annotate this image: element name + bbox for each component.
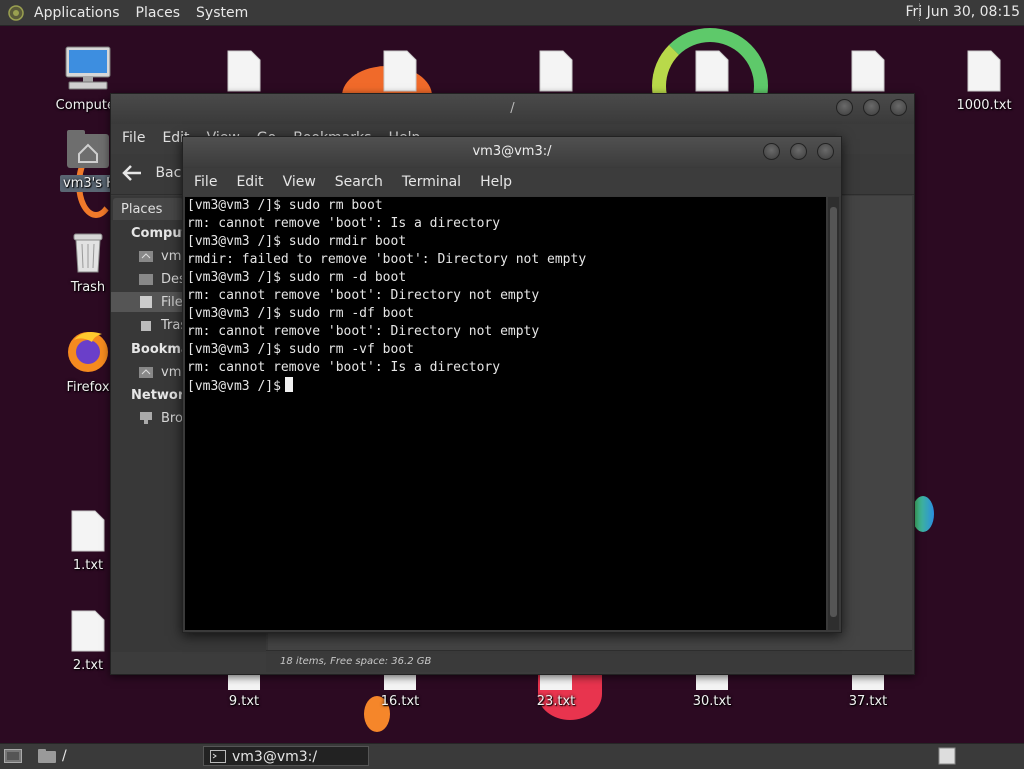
show-desktop-icon[interactable]: [4, 749, 22, 763]
desktop-file-top-b[interactable]: [360, 50, 440, 96]
terminal-prompt: [vm3@vm3 /]$: [187, 379, 281, 394]
file-label: 16.txt: [380, 694, 420, 709]
home-folder-icon: [67, 130, 109, 168]
terminal-line: [vm3@vm3 /]$ sudo rm -d boot: [187, 270, 407, 285]
text-file-icon: [383, 50, 417, 92]
file-label: 30.txt: [692, 694, 732, 709]
file-label: 1000.txt: [956, 98, 1012, 113]
applications-menu[interactable]: Applications: [26, 5, 128, 21]
terminal-line: rm: cannot remove 'boot': Is a directory: [187, 216, 501, 231]
bottom-panel: / vm3@vm3:/: [0, 743, 1024, 769]
minimize-button[interactable]: [763, 143, 780, 160]
folder-icon[interactable]: [38, 749, 56, 763]
menu-file[interactable]: File: [111, 130, 151, 146]
menu-file[interactable]: File: [183, 174, 217, 190]
terminal-line: [vm3@vm3 /]$ sudo rm -df boot: [187, 306, 414, 321]
sidebar-places-selector[interactable]: Places: [113, 198, 183, 220]
text-file-icon: [695, 50, 729, 92]
terminal-menubar: File Edit View Search Terminal Help: [183, 168, 841, 196]
desktop-file-top-e[interactable]: [828, 50, 908, 96]
trash-icon: [141, 321, 151, 331]
file-label: 9.txt: [228, 694, 260, 709]
top-panel: Applications Places System Fri Jun 30, 0…: [0, 0, 1024, 26]
window-title: /: [510, 101, 515, 116]
text-file-icon: [967, 50, 1001, 92]
file-manager-statusbar: 18 items, Free space: 36.2 GB: [266, 650, 912, 672]
maximize-button[interactable]: [790, 143, 807, 160]
terminal-line: [vm3@vm3 /]$ sudo rmdir boot: [187, 234, 407, 249]
file-icon-peek: [852, 674, 884, 690]
back-arrow-icon: [122, 165, 141, 181]
terminal-prompt-line: [vm3@vm3 /]$: [185, 377, 826, 395]
terminal-line: rm: cannot remove 'boot': Directory not …: [187, 324, 540, 339]
terminal-cursor: [284, 377, 293, 392]
taskbar-terminal-button[interactable]: vm3@vm3:/: [203, 746, 369, 766]
terminal-window[interactable]: vm3@vm3:/ File Edit View Search Terminal…: [182, 136, 842, 633]
scrollbar-thumb[interactable]: [830, 207, 837, 617]
minimize-button[interactable]: [836, 99, 853, 116]
desktop-file-top-right[interactable]: 1000.txt: [944, 50, 1024, 113]
menu-help[interactable]: Help: [469, 174, 512, 190]
text-file-icon: [71, 510, 105, 552]
terminal-line: [vm3@vm3 /]$ sudo rm boot: [187, 198, 383, 213]
taskbar-path[interactable]: /: [62, 748, 67, 764]
terminal-line: rmdir: failed to remove 'boot': Director…: [187, 252, 587, 267]
menu-edit[interactable]: Edit: [225, 174, 263, 190]
computer-icon: [65, 46, 111, 90]
file-icon-peek: [696, 674, 728, 690]
window-title: vm3@vm3:/: [472, 144, 552, 159]
menu-view[interactable]: View: [272, 174, 316, 190]
text-file-icon: [227, 50, 261, 92]
text-file-icon: [539, 50, 573, 92]
close-button[interactable]: [890, 99, 907, 116]
file-icon-peek: [384, 674, 416, 690]
file-label: 23.txt: [536, 694, 576, 709]
menu-terminal[interactable]: Terminal: [391, 174, 461, 190]
places-menu[interactable]: Places: [128, 5, 189, 21]
file-icon-peek: [540, 674, 572, 690]
firefox-icon: [68, 332, 108, 372]
text-file-icon: [851, 50, 885, 92]
file-label: 37.txt: [848, 694, 888, 709]
desktop-folder-icon: [139, 274, 153, 285]
maximize-button[interactable]: [863, 99, 880, 116]
menu-search[interactable]: Search: [324, 174, 383, 190]
terminal-screen[interactable]: [vm3@vm3 /]$ sudo rm boot rm: cannot rem…: [185, 197, 826, 630]
clock[interactable]: Fri Jun 30, 08:15: [905, 4, 1020, 20]
terminal-icon: [210, 750, 226, 763]
desktop-file-top-d[interactable]: [672, 50, 752, 96]
wallpaper-blue-blob: [912, 496, 934, 532]
home-icon: [139, 251, 153, 262]
text-file-icon: [71, 610, 105, 652]
mate-logo-icon[interactable]: [8, 4, 24, 21]
terminal-line: rm: cannot remove 'boot': Is a directory: [187, 360, 501, 375]
network-icon: [140, 412, 152, 424]
desktop-file-top-a[interactable]: [204, 50, 284, 96]
taskbar-terminal-label: vm3@vm3:/: [232, 749, 318, 765]
terminal-line: [vm3@vm3 /]$ sudo rm -vf boot: [187, 342, 414, 357]
back-button[interactable]: Back: [121, 164, 189, 182]
terminal-titlebar[interactable]: vm3@vm3:/: [183, 137, 841, 167]
terminal-line: rm: cannot remove 'boot': Directory not …: [187, 288, 540, 303]
workspace-switcher-icon[interactable]: [938, 747, 956, 765]
file-manager-titlebar[interactable]: /: [111, 94, 914, 124]
home-icon: [139, 367, 153, 378]
system-menu[interactable]: System: [188, 5, 256, 21]
desktop-file-top-c[interactable]: [516, 50, 596, 96]
filesystem-icon: [140, 296, 152, 308]
close-button[interactable]: [817, 143, 834, 160]
terminal-scrollbar[interactable]: [828, 197, 839, 630]
file-icon-peek: [228, 674, 260, 690]
trash-icon: [73, 233, 103, 273]
